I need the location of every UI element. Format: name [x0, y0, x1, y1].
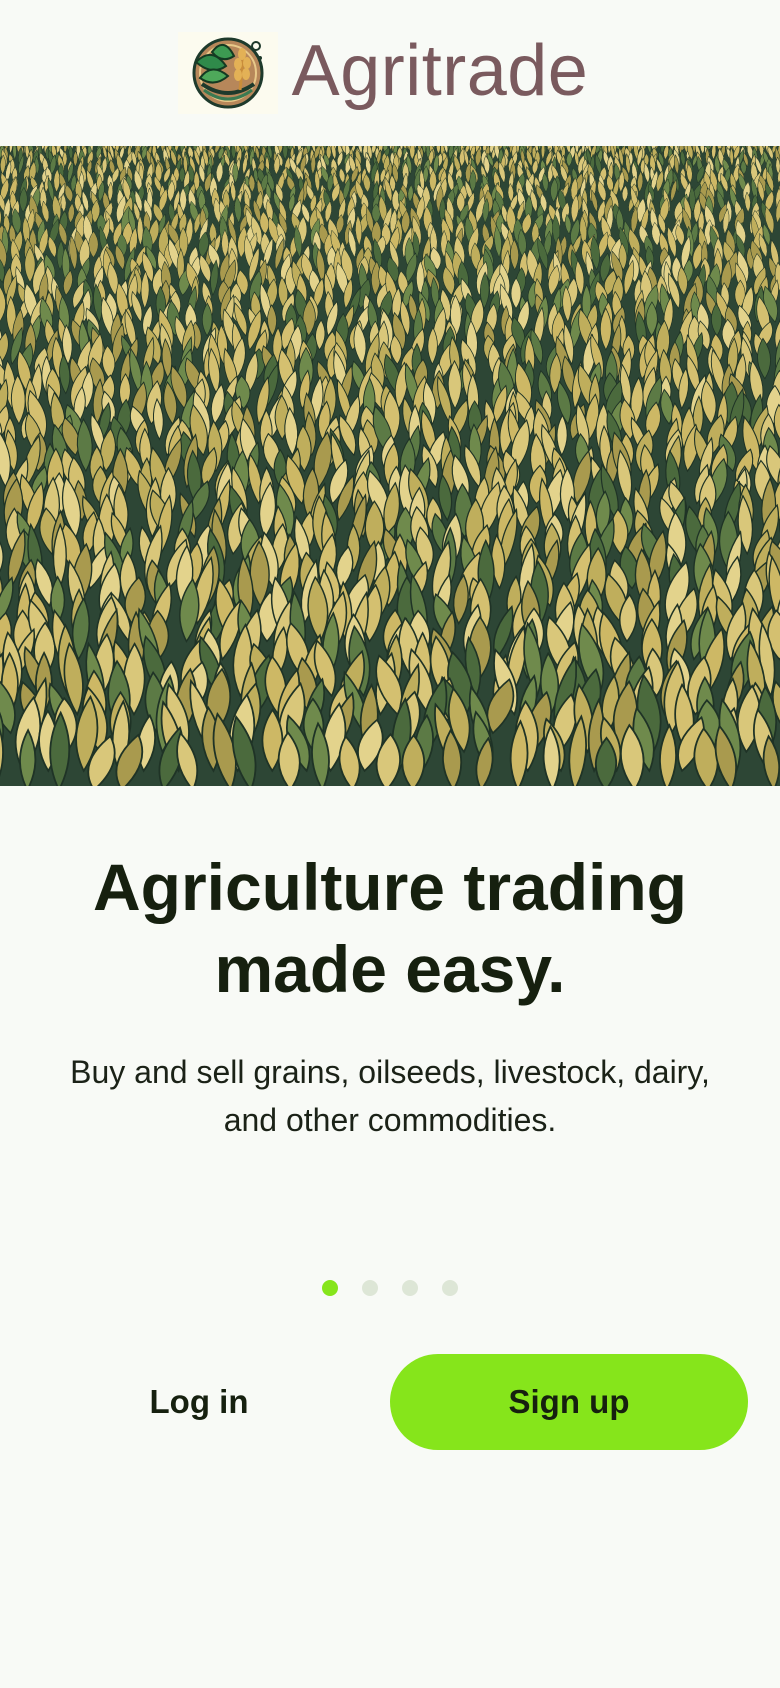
pager-dot-2[interactable]: [362, 1280, 378, 1296]
hero-cornfield-image: [0, 146, 780, 786]
brand-logo: Agritrade: [177, 31, 589, 114]
page-title: Agriculture trading made easy.: [0, 846, 780, 1010]
headline-line-2: made easy.: [214, 932, 566, 1006]
auth-actions: Log in Sign up: [0, 1354, 780, 1450]
cornfield-photo: [0, 146, 780, 786]
app-header: Agritrade: [0, 0, 780, 146]
pager-dot-4[interactable]: [442, 1280, 458, 1296]
pager-dot-1[interactable]: [322, 1280, 338, 1296]
brand-name: Agritrade: [291, 31, 589, 111]
pager-dot-3[interactable]: [402, 1280, 418, 1296]
carousel-pager: [0, 1280, 780, 1296]
wheat-leaf-emblem-icon: [177, 32, 278, 114]
headline-line-1: Agriculture trading: [92, 850, 688, 924]
page-subtitle: Buy and sell grains, oilseeds, livestock…: [40, 1048, 740, 1144]
login-button[interactable]: Log in: [40, 1354, 358, 1450]
signup-button[interactable]: Sign up: [390, 1354, 748, 1450]
subtitle-line-2: and other commodities.: [223, 1102, 557, 1138]
subtitle-line-1: Buy and sell grains, oilseeds, livestock…: [70, 1054, 710, 1090]
